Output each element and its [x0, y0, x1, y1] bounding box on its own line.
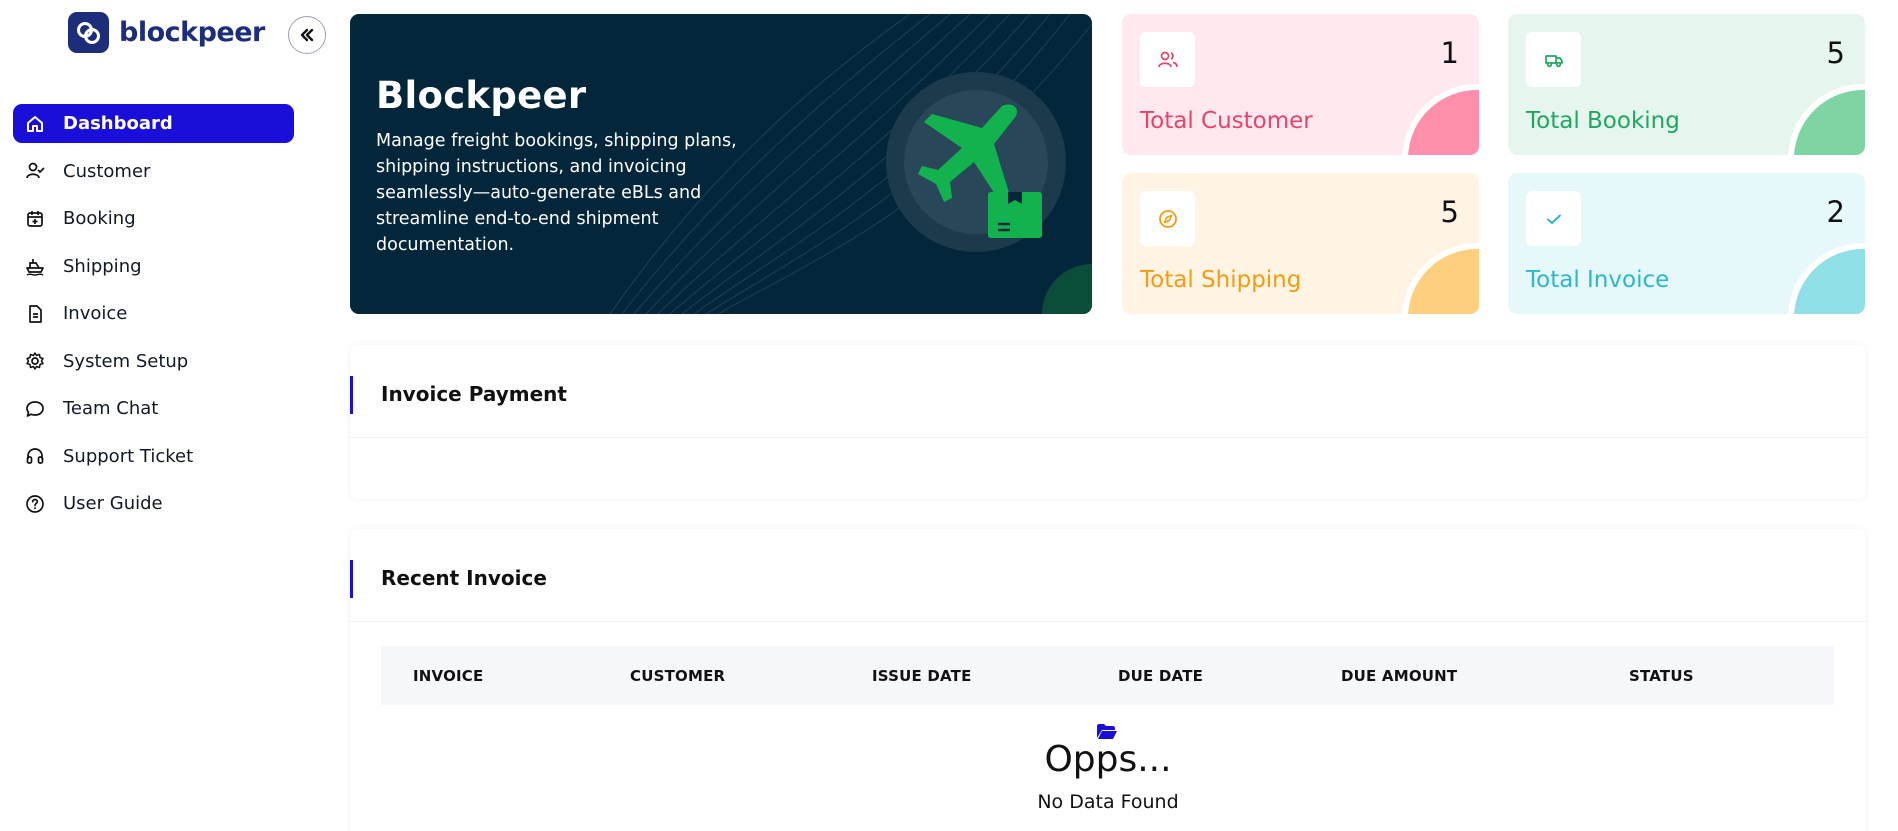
stat-value: 5	[1826, 36, 1845, 70]
sidebar-item-support-ticket[interactable]: Support Ticket	[13, 437, 294, 476]
brand-logo[interactable]: blockpeer	[68, 12, 265, 53]
sidebar-item-customer[interactable]: Customer	[13, 152, 294, 191]
help-circle-icon	[23, 492, 47, 516]
ship-icon	[23, 254, 47, 278]
compass-icon	[1140, 191, 1195, 246]
stat-value: 2	[1826, 195, 1845, 229]
blockpeer-logo-icon	[68, 12, 109, 53]
empty-state-subtitle: No Data Found	[1037, 791, 1179, 813]
sidebar-item-label: Support Ticket	[63, 445, 194, 467]
sidebar-item-label: Customer	[63, 160, 151, 182]
column-header-customer[interactable]: CUSTOMER	[630, 667, 725, 685]
panel-accent-bar	[350, 376, 353, 414]
panel-header: Recent Invoice	[350, 529, 1866, 622]
column-header-due-date[interactable]: DUE DATE	[1118, 667, 1203, 685]
stat-card-total-shipping[interactable]: 5 Total Shipping	[1122, 173, 1479, 314]
invoice-table-header: INVOICE CUSTOMER ISSUE DATE DUE DATE DUE…	[381, 646, 1834, 705]
calendar-plus-icon	[23, 207, 47, 231]
airplane-package-icon	[918, 104, 1042, 238]
gear-icon	[23, 349, 47, 373]
users-icon	[1140, 32, 1195, 87]
sidebar-item-label: User Guide	[63, 493, 163, 514]
sidebar-item-dashboard[interactable]: Dashboard	[13, 104, 294, 143]
sidebar-item-system-setup[interactable]: System Setup	[13, 342, 294, 381]
headphones-icon	[23, 444, 47, 468]
stat-label: Total Customer	[1140, 108, 1313, 134]
user-check-icon	[23, 159, 47, 183]
hero-banner: Blockpeer Manage freight bookings, shipp…	[350, 14, 1092, 314]
home-icon	[23, 112, 47, 136]
stat-card-total-booking[interactable]: 5 Total Booking	[1508, 14, 1865, 155]
panel-title: Invoice Payment	[381, 382, 567, 406]
sidebar-nav: Dashboard Customer Booking Shipping Invo…	[13, 104, 294, 532]
recent-invoice-panel: Recent Invoice INVOICE CUSTOMER ISSUE DA…	[350, 529, 1866, 831]
column-header-status[interactable]: STATUS	[1629, 667, 1694, 685]
stat-label: Total Booking	[1526, 108, 1680, 134]
brand-name: blockpeer	[119, 17, 265, 48]
sidebar-item-booking[interactable]: Booking	[13, 199, 294, 238]
panel-title: Recent Invoice	[381, 566, 547, 590]
chat-bubble-icon	[23, 397, 47, 421]
sidebar-item-label: Dashboard	[63, 113, 173, 134]
truck-icon	[1526, 32, 1581, 87]
sidebar-item-label: Invoice	[63, 303, 128, 324]
chevrons-left-icon	[300, 28, 314, 42]
empty-state-title: Opps...	[1044, 739, 1172, 780]
stat-card-decoration	[1788, 243, 1865, 314]
stat-label: Total Shipping	[1140, 267, 1302, 293]
stat-card-decoration	[1402, 84, 1479, 155]
stat-label: Total Invoice	[1526, 267, 1670, 293]
panel-accent-bar	[350, 560, 353, 598]
stat-value: 1	[1440, 36, 1459, 70]
stat-card-total-invoice[interactable]: 2 Total Invoice	[1508, 173, 1865, 314]
check-icon	[1526, 191, 1581, 246]
panel-header: Invoice Payment	[350, 345, 1866, 438]
stat-card-decoration	[1402, 243, 1479, 314]
sidebar-item-label: Booking	[63, 208, 136, 229]
column-header-invoice[interactable]: INVOICE	[413, 667, 483, 685]
sidebar-item-team-chat[interactable]: Team Chat	[13, 389, 294, 428]
hero-title: Blockpeer	[376, 74, 587, 117]
hero-description: Manage freight bookings, shipping plans,…	[376, 131, 737, 255]
stat-value: 5	[1440, 195, 1459, 229]
sidebar: blockpeer Dashboard Customer Booking Shi…	[0, 0, 340, 831]
sidebar-item-label: Team Chat	[63, 398, 159, 419]
sidebar-item-shipping[interactable]: Shipping	[13, 247, 294, 286]
column-header-issue-date[interactable]: ISSUE DATE	[872, 667, 972, 685]
sidebar-item-user-guide[interactable]: User Guide	[13, 484, 294, 523]
collapse-sidebar-button[interactable]	[288, 16, 326, 54]
stat-card-total-customer[interactable]: 1 Total Customer	[1122, 14, 1479, 155]
stat-card-decoration	[1788, 84, 1865, 155]
sidebar-item-label: Shipping	[63, 255, 142, 277]
column-header-due-amount[interactable]: DUE AMOUNT	[1341, 667, 1457, 685]
invoice-payment-panel: Invoice Payment	[350, 345, 1866, 499]
sidebar-item-invoice[interactable]: Invoice	[13, 294, 294, 333]
sidebar-item-label: System Setup	[63, 350, 189, 372]
file-text-icon	[23, 302, 47, 326]
